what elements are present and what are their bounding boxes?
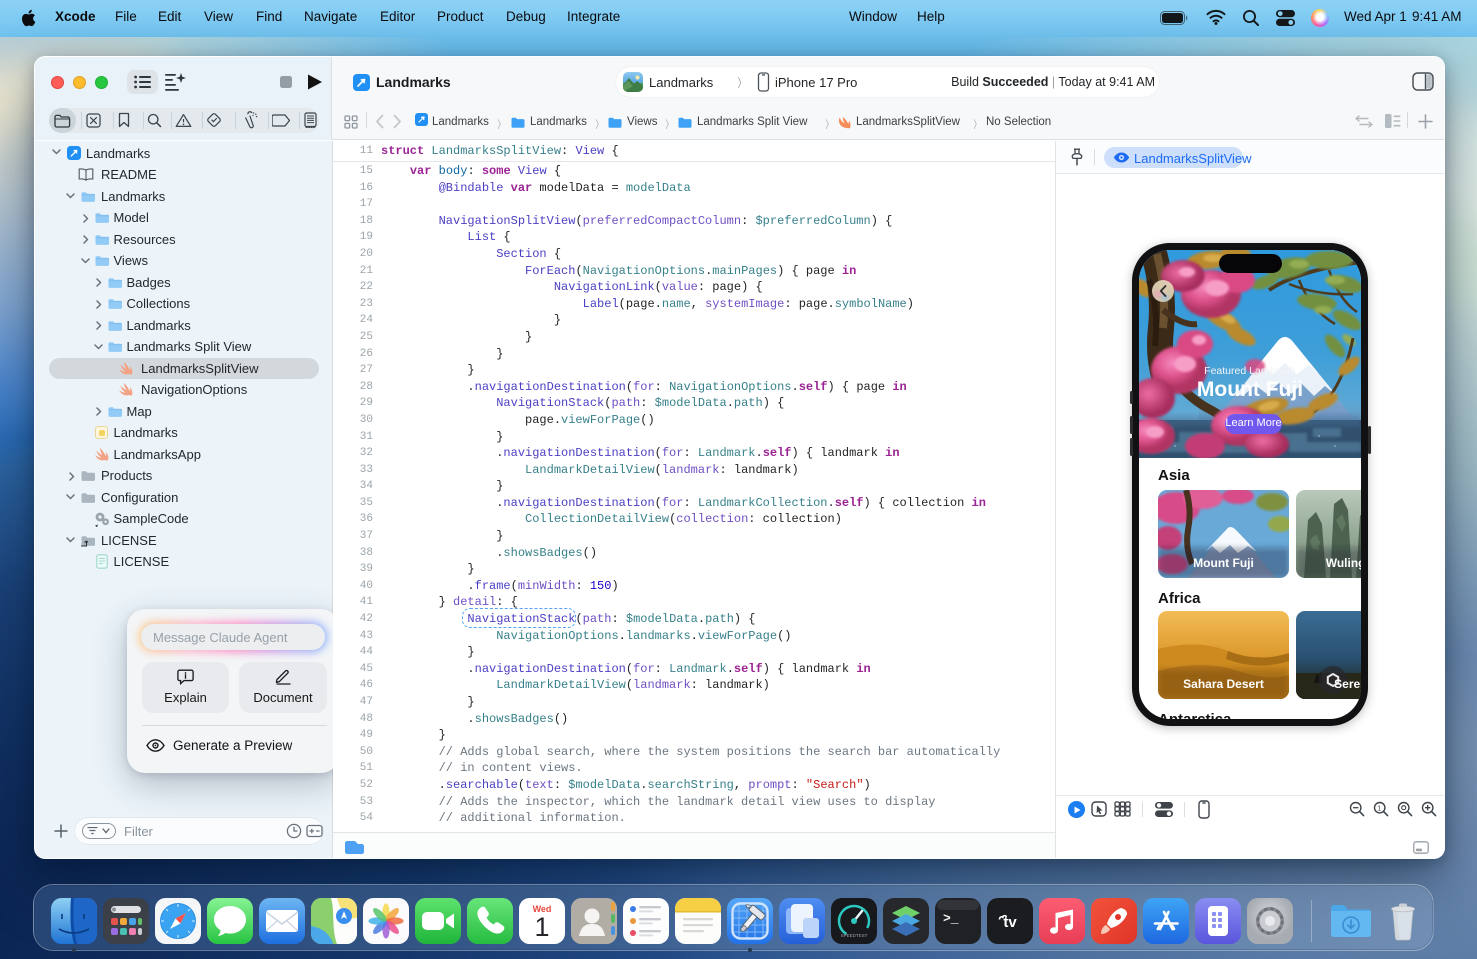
svg-text:>_: >_ [943, 911, 959, 926]
svg-text:1: 1 [534, 912, 549, 942]
svg-text:1: 1 [1377, 805, 1381, 812]
svg-text:SPEEDTEST: SPEEDTEST [841, 933, 868, 938]
